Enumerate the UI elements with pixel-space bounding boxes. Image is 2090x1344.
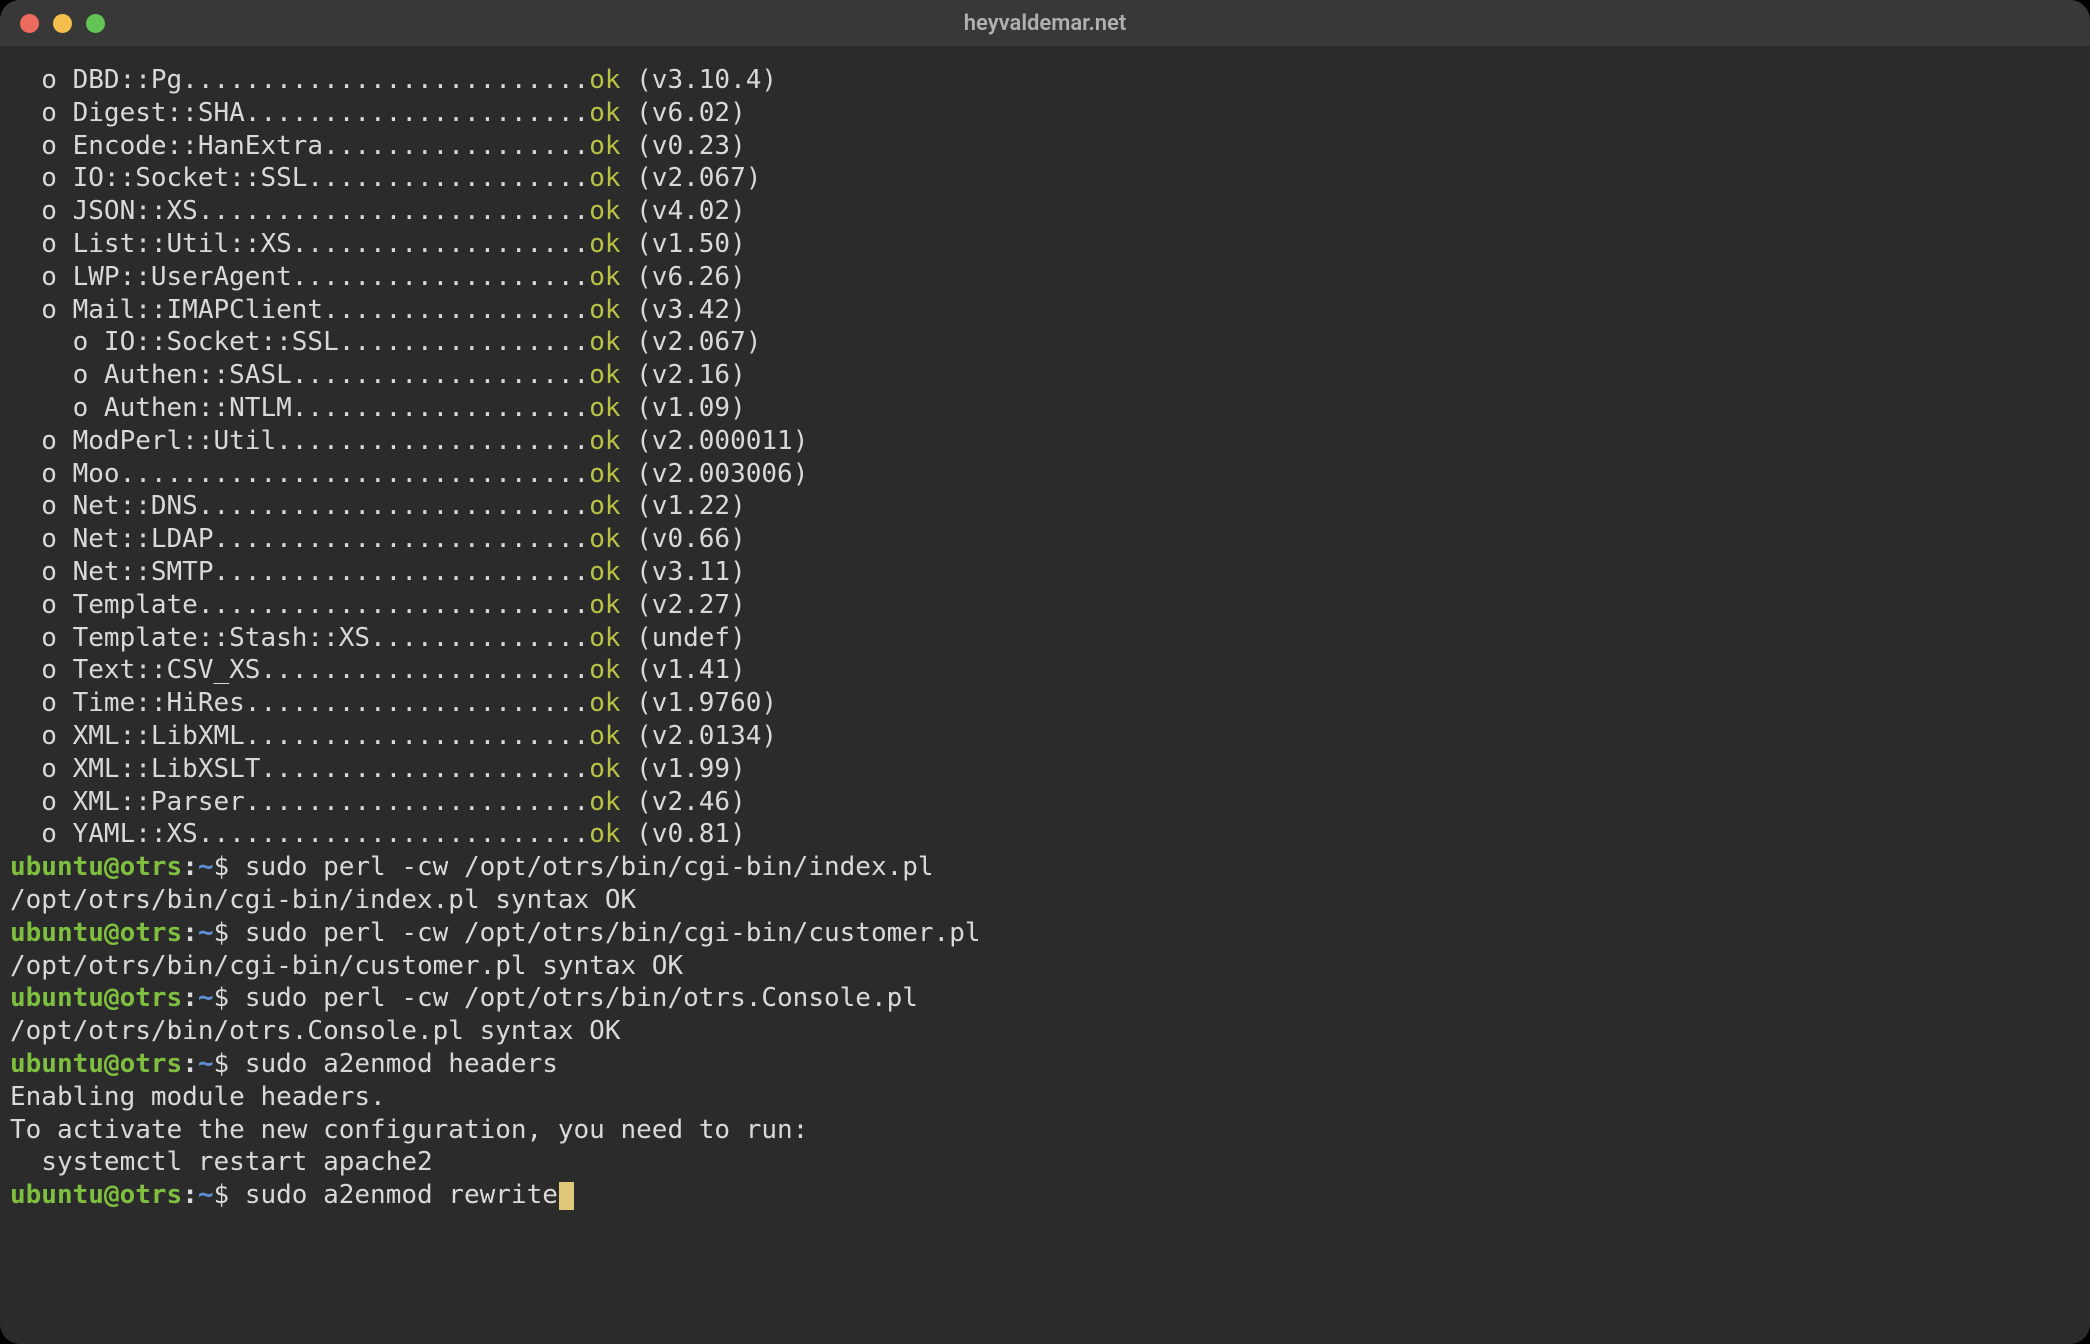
module-check-line: o Mail::IMAPClient.................ok (v… bbox=[10, 294, 2080, 327]
prompt-path: ~ bbox=[198, 1180, 214, 1210]
prompt-path: ~ bbox=[198, 983, 214, 1013]
module-check-line: o List::Util::XS...................ok (v… bbox=[10, 228, 2080, 261]
command-line: ubuntu@otrs:~$ sudo a2enmod headers bbox=[10, 1048, 2080, 1081]
prompt-path: ~ bbox=[198, 1049, 214, 1079]
module-check-line: o Net::SMTP........................ok (v… bbox=[10, 556, 2080, 589]
close-icon[interactable] bbox=[20, 14, 39, 33]
module-check-line: o Time::HiRes......................ok (v… bbox=[10, 687, 2080, 720]
prompt-symbol: $ bbox=[214, 983, 230, 1013]
prompt-symbol: $ bbox=[214, 1180, 230, 1210]
minimize-icon[interactable] bbox=[53, 14, 72, 33]
prompt-user-host: ubuntu@otrs bbox=[10, 1049, 182, 1079]
command-output: systemctl restart apache2 bbox=[10, 1146, 2080, 1179]
module-check-line: o Template::Stash::XS..............ok (u… bbox=[10, 622, 2080, 655]
module-check-line: o XML::Parser......................ok (v… bbox=[10, 786, 2080, 819]
command-text: sudo perl -cw /opt/otrs/bin/otrs.Console… bbox=[245, 983, 918, 1013]
module-check-line: o IO::Socket::SSL..................ok (v… bbox=[10, 162, 2080, 195]
command-line: ubuntu@otrs:~$ sudo perl -cw /opt/otrs/b… bbox=[10, 982, 2080, 1015]
titlebar: heyvaldemar.net bbox=[0, 0, 2090, 46]
module-check-line: o Text::CSV_XS.....................ok (v… bbox=[10, 654, 2080, 687]
command-text: sudo perl -cw /opt/otrs/bin/cgi-bin/cust… bbox=[245, 918, 981, 948]
prompt-path: ~ bbox=[198, 852, 214, 882]
prompt-symbol: $ bbox=[214, 918, 230, 948]
module-check-line: o Moo..............................ok (v… bbox=[10, 458, 2080, 491]
command-output: To activate the new configuration, you n… bbox=[10, 1114, 2080, 1147]
command-output: /opt/otrs/bin/cgi-bin/index.pl syntax OK bbox=[10, 884, 2080, 917]
prompt-path: ~ bbox=[198, 918, 214, 948]
zoom-icon[interactable] bbox=[86, 14, 105, 33]
command-output: /opt/otrs/bin/cgi-bin/customer.pl syntax… bbox=[10, 950, 2080, 983]
module-check-line: o Authen::SASL...................ok (v2.… bbox=[10, 359, 2080, 392]
prompt-separator: : bbox=[182, 1049, 198, 1079]
module-check-line: o YAML::XS.........................ok (v… bbox=[10, 818, 2080, 851]
terminal-window: heyvaldemar.net o DBD::Pg...............… bbox=[0, 0, 2090, 1344]
module-check-line: o Digest::SHA......................ok (v… bbox=[10, 97, 2080, 130]
command-output: Enabling module headers. bbox=[10, 1081, 2080, 1114]
window-controls bbox=[20, 14, 105, 33]
prompt-user-host: ubuntu@otrs bbox=[10, 1180, 182, 1210]
module-check-line: o XML::LibXML......................ok (v… bbox=[10, 720, 2080, 753]
module-check-line: o DBD::Pg..........................ok (v… bbox=[10, 64, 2080, 97]
module-check-line: o JSON::XS.........................ok (v… bbox=[10, 195, 2080, 228]
command-output: /opt/otrs/bin/otrs.Console.pl syntax OK bbox=[10, 1015, 2080, 1048]
terminal-body[interactable]: o DBD::Pg..........................ok (v… bbox=[0, 46, 2090, 1222]
module-check-line: o ModPerl::Util....................ok (v… bbox=[10, 425, 2080, 458]
command-line: ubuntu@otrs:~$ sudo perl -cw /opt/otrs/b… bbox=[10, 917, 2080, 950]
prompt-symbol: $ bbox=[214, 1049, 230, 1079]
prompt-separator: : bbox=[182, 918, 198, 948]
command-text: sudo perl -cw /opt/otrs/bin/cgi-bin/inde… bbox=[245, 852, 934, 882]
module-check-line: o Authen::NTLM...................ok (v1.… bbox=[10, 392, 2080, 425]
module-check-line: o XML::LibXSLT.....................ok (v… bbox=[10, 753, 2080, 786]
prompt-symbol: $ bbox=[214, 852, 230, 882]
prompt-separator: : bbox=[182, 983, 198, 1013]
prompt-user-host: ubuntu@otrs bbox=[10, 852, 182, 882]
module-check-line: o IO::Socket::SSL................ok (v2.… bbox=[10, 326, 2080, 359]
module-check-line: o Template.........................ok (v… bbox=[10, 589, 2080, 622]
prompt-user-host: ubuntu@otrs bbox=[10, 983, 182, 1013]
prompt-separator: : bbox=[182, 852, 198, 882]
prompt-separator: : bbox=[182, 1180, 198, 1210]
command-line: ubuntu@otrs:~$ sudo perl -cw /opt/otrs/b… bbox=[10, 851, 2080, 884]
current-command-line: ubuntu@otrs:~$ sudo a2enmod rewrite bbox=[10, 1179, 2080, 1212]
module-check-line: o Encode::HanExtra.................ok (v… bbox=[10, 130, 2080, 163]
window-title: heyvaldemar.net bbox=[0, 11, 2090, 36]
module-check-line: o LWP::UserAgent...................ok (v… bbox=[10, 261, 2080, 294]
module-check-line: o Net::LDAP........................ok (v… bbox=[10, 523, 2080, 556]
cursor bbox=[559, 1182, 574, 1210]
command-text: sudo a2enmod headers bbox=[245, 1049, 558, 1079]
prompt-user-host: ubuntu@otrs bbox=[10, 918, 182, 948]
module-check-line: o Net::DNS.........................ok (v… bbox=[10, 490, 2080, 523]
current-command-text: sudo a2enmod rewrite bbox=[245, 1180, 558, 1210]
